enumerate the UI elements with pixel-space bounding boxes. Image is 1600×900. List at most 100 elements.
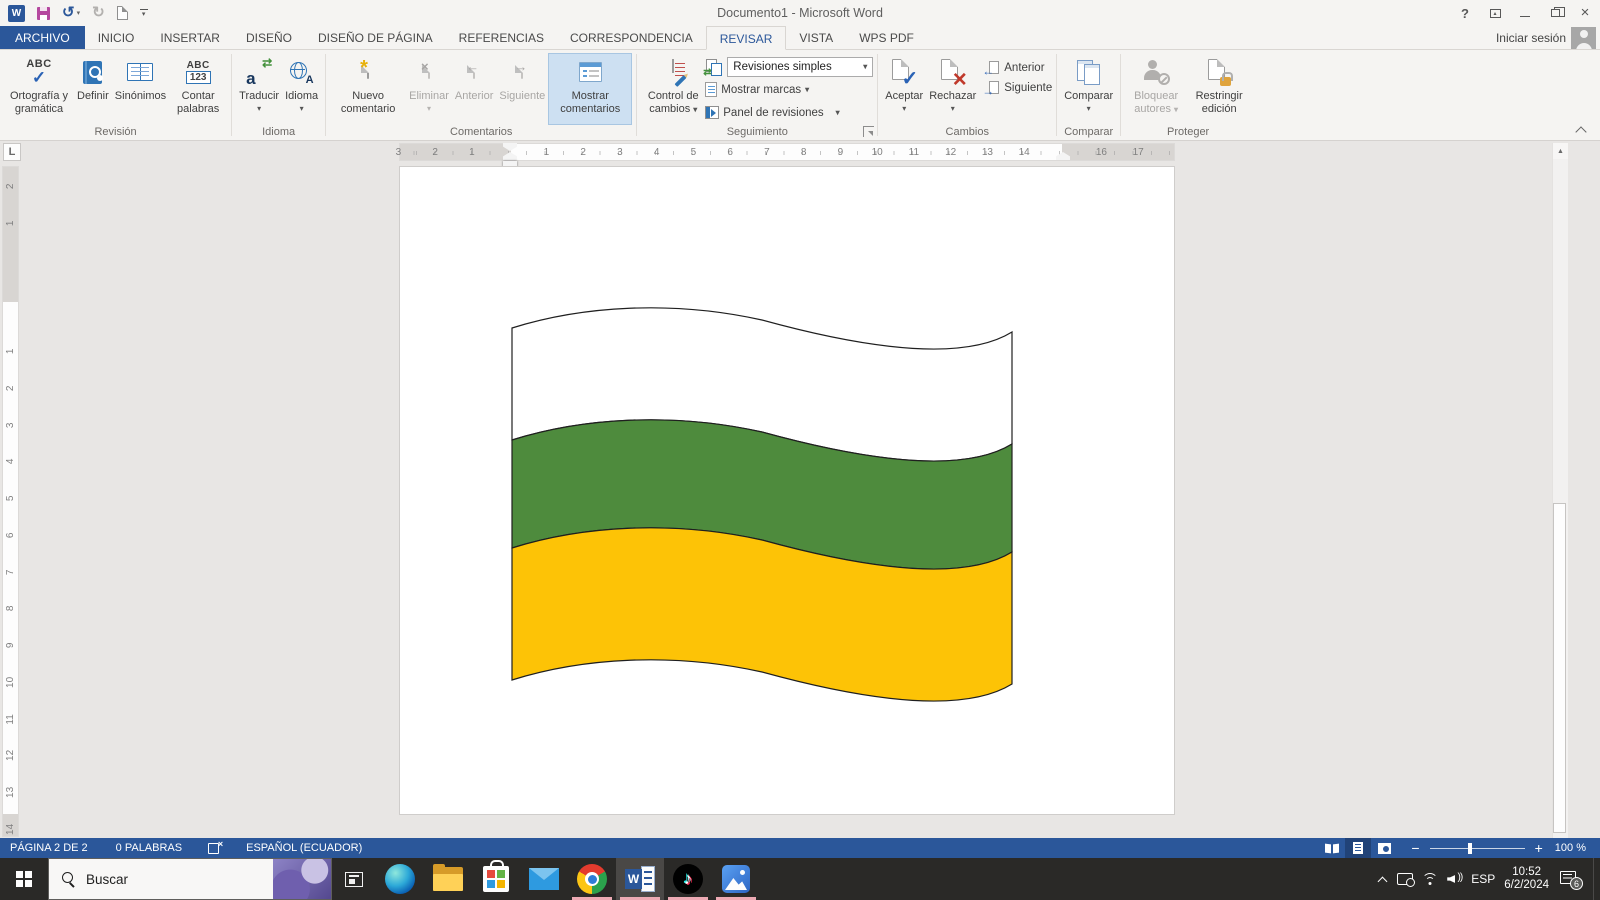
taskbar-edge[interactable]: [376, 858, 424, 900]
tab-diseno-de-pagina[interactable]: DISEÑO DE PÁGINA: [305, 26, 446, 49]
taskbar-search[interactable]: Buscar: [48, 858, 332, 900]
word-app-icon[interactable]: W: [8, 3, 25, 23]
taskbar-tiktok[interactable]: ♪: [664, 858, 712, 900]
zoom-level[interactable]: 100 %: [1555, 842, 1586, 854]
language-indicator[interactable]: ESPAÑOL (ECUADOR): [246, 842, 362, 854]
tab-insertar[interactable]: INSERTAR: [147, 26, 233, 49]
document-page[interactable]: [399, 166, 1175, 815]
tab-correspondencia[interactable]: CORRESPONDENCIA: [557, 26, 706, 49]
save-button[interactable]: [37, 3, 50, 23]
collapse-ribbon-button[interactable]: [1577, 125, 1586, 134]
page-indicator[interactable]: PÁGINA 2 DE 2: [10, 842, 88, 854]
next-change-icon: →: [983, 81, 999, 95]
volume-icon[interactable]: )): [1447, 873, 1462, 885]
tab-selector-button[interactable]: L: [3, 143, 21, 161]
search-decoration-image[interactable]: [273, 859, 331, 899]
ruler-number: 8: [0, 601, 29, 616]
help-button[interactable]: ?: [1450, 0, 1480, 26]
tab-wps-pdf[interactable]: WPS PDF: [846, 26, 927, 49]
tab-archivo[interactable]: ARCHIVO: [0, 26, 85, 49]
previous-change-button[interactable]: ← Anterior: [983, 61, 1052, 75]
tab-vista[interactable]: VISTA: [786, 26, 846, 49]
meet-now-icon[interactable]: [1397, 873, 1413, 885]
ribbon-display-icon: ▴: [1490, 9, 1501, 18]
redo-button[interactable]: ↻: [92, 3, 105, 23]
proofing-errors-icon[interactable]: ×: [208, 842, 222, 855]
minimize-icon: [1520, 16, 1530, 17]
zoom-out-button[interactable]: −: [1411, 840, 1419, 856]
spelling-grammar-button[interactable]: ABC✓ Ortografía y gramática: [4, 53, 74, 125]
minimize-button[interactable]: [1510, 0, 1540, 26]
show-markup-button[interactable]: Mostrar marcas ▾: [705, 79, 873, 100]
button-label: Nuevo comentario: [333, 90, 403, 116]
ruler-numbers-right: 1617: [1083, 144, 1157, 160]
zoom-slider-thumb[interactable]: [1468, 843, 1472, 854]
wifi-icon[interactable]: [1422, 873, 1438, 886]
flag-shape[interactable]: [511, 306, 1013, 709]
date: 6/2/2024: [1504, 879, 1549, 892]
define-button[interactable]: Definir: [74, 53, 112, 125]
tab-referencias[interactable]: REFERENCIAS: [446, 26, 557, 49]
display-for-review-select[interactable]: Revisiones simples ▾: [727, 57, 873, 77]
web-layout-button[interactable]: [1371, 838, 1397, 858]
language-button[interactable]: A Idioma ▾: [282, 53, 321, 125]
task-view-button[interactable]: [332, 858, 376, 900]
group-seguimiento: Control de cambios ▾ ⇄ Revisiones simple…: [637, 50, 877, 140]
ruler-number: 11: [0, 711, 29, 726]
zoom-in-button[interactable]: +: [1535, 840, 1543, 856]
zoom-slider[interactable]: [1430, 848, 1525, 849]
next-change-button[interactable]: → Siguiente: [983, 81, 1052, 95]
customize-quick-access-button[interactable]: ▾: [140, 3, 148, 23]
word-count-button[interactable]: ABC123 Contar palabras: [169, 53, 227, 125]
scrollbar-thumb[interactable]: [1553, 503, 1566, 833]
dropdown-arrow-icon: ▾: [863, 62, 867, 71]
vertical-ruler[interactable]: 21 1234567891011121314: [2, 166, 19, 837]
taskbar-store[interactable]: [472, 858, 520, 900]
button-label: Ortografía y gramática: [7, 90, 71, 116]
track-changes-button[interactable]: Control de cambios ▾: [641, 53, 705, 125]
show-hidden-icons-button[interactable]: [1377, 874, 1388, 885]
define-book-icon: [83, 61, 102, 84]
taskbar-word[interactable]: W: [616, 858, 664, 900]
show-comments-button[interactable]: Mostrar comentarios: [548, 53, 632, 125]
tab-diseno[interactable]: DISEÑO: [233, 26, 305, 49]
translate-button[interactable]: a⇄ Traducir ▾: [236, 53, 282, 125]
reject-button[interactable]: × Rechazar ▾: [926, 53, 979, 125]
tab-inicio[interactable]: INICIO: [85, 26, 148, 49]
taskbar-photos[interactable]: [712, 858, 760, 900]
sign-in-link[interactable]: Iniciar sesión: [1496, 31, 1566, 45]
tab-revisar[interactable]: REVISAR: [706, 26, 787, 50]
restore-button[interactable]: [1540, 0, 1570, 26]
tiktok-icon: ♪: [673, 864, 703, 894]
compare-button[interactable]: Comparar ▾: [1061, 53, 1116, 125]
thesaurus-button[interactable]: Sinónimos: [112, 53, 169, 125]
close-icon: ×: [1581, 7, 1590, 19]
close-button[interactable]: ×: [1570, 0, 1600, 26]
time: 10:52: [1504, 866, 1549, 879]
ruler-number: 2: [417, 144, 454, 160]
keyboard-language[interactable]: ESP: [1471, 872, 1495, 886]
start-button[interactable]: [0, 858, 48, 900]
taskbar-file-explorer[interactable]: [424, 858, 472, 900]
restrict-editing-button[interactable]: Restringir edición: [1187, 53, 1251, 125]
search-icon: [62, 872, 76, 886]
clock[interactable]: 10:52 6/2/2024: [1504, 866, 1549, 892]
new-comment-button[interactable]: * Nuevo comentario: [330, 53, 406, 125]
taskbar-mail[interactable]: [520, 858, 568, 900]
read-mode-button[interactable]: [1319, 838, 1345, 858]
title-bar: W ↺▾ ↻ ▾ Documento1 - Microsoft Word ? ▴…: [0, 0, 1600, 26]
reviewing-pane-button[interactable]: Panel de revisiones ▾: [705, 102, 873, 123]
word-count-indicator[interactable]: 0 PALABRAS: [116, 842, 182, 854]
button-label: Idioma: [285, 90, 318, 103]
show-desktop-button[interactable]: [1593, 858, 1594, 900]
accept-button[interactable]: ✓ Aceptar ▾: [882, 53, 926, 125]
new-document-button[interactable]: [117, 3, 128, 23]
button-label: Sinónimos: [115, 90, 166, 103]
ribbon-display-options-button[interactable]: ▴: [1480, 0, 1510, 26]
scroll-up-button[interactable]: ▲: [1553, 143, 1568, 159]
taskbar-chrome[interactable]: [568, 858, 616, 900]
user-avatar[interactable]: [1571, 27, 1596, 49]
print-layout-button[interactable]: [1345, 838, 1371, 858]
undo-button[interactable]: ↺▾: [62, 3, 80, 23]
notifications-button[interactable]: 6: [1560, 871, 1580, 887]
